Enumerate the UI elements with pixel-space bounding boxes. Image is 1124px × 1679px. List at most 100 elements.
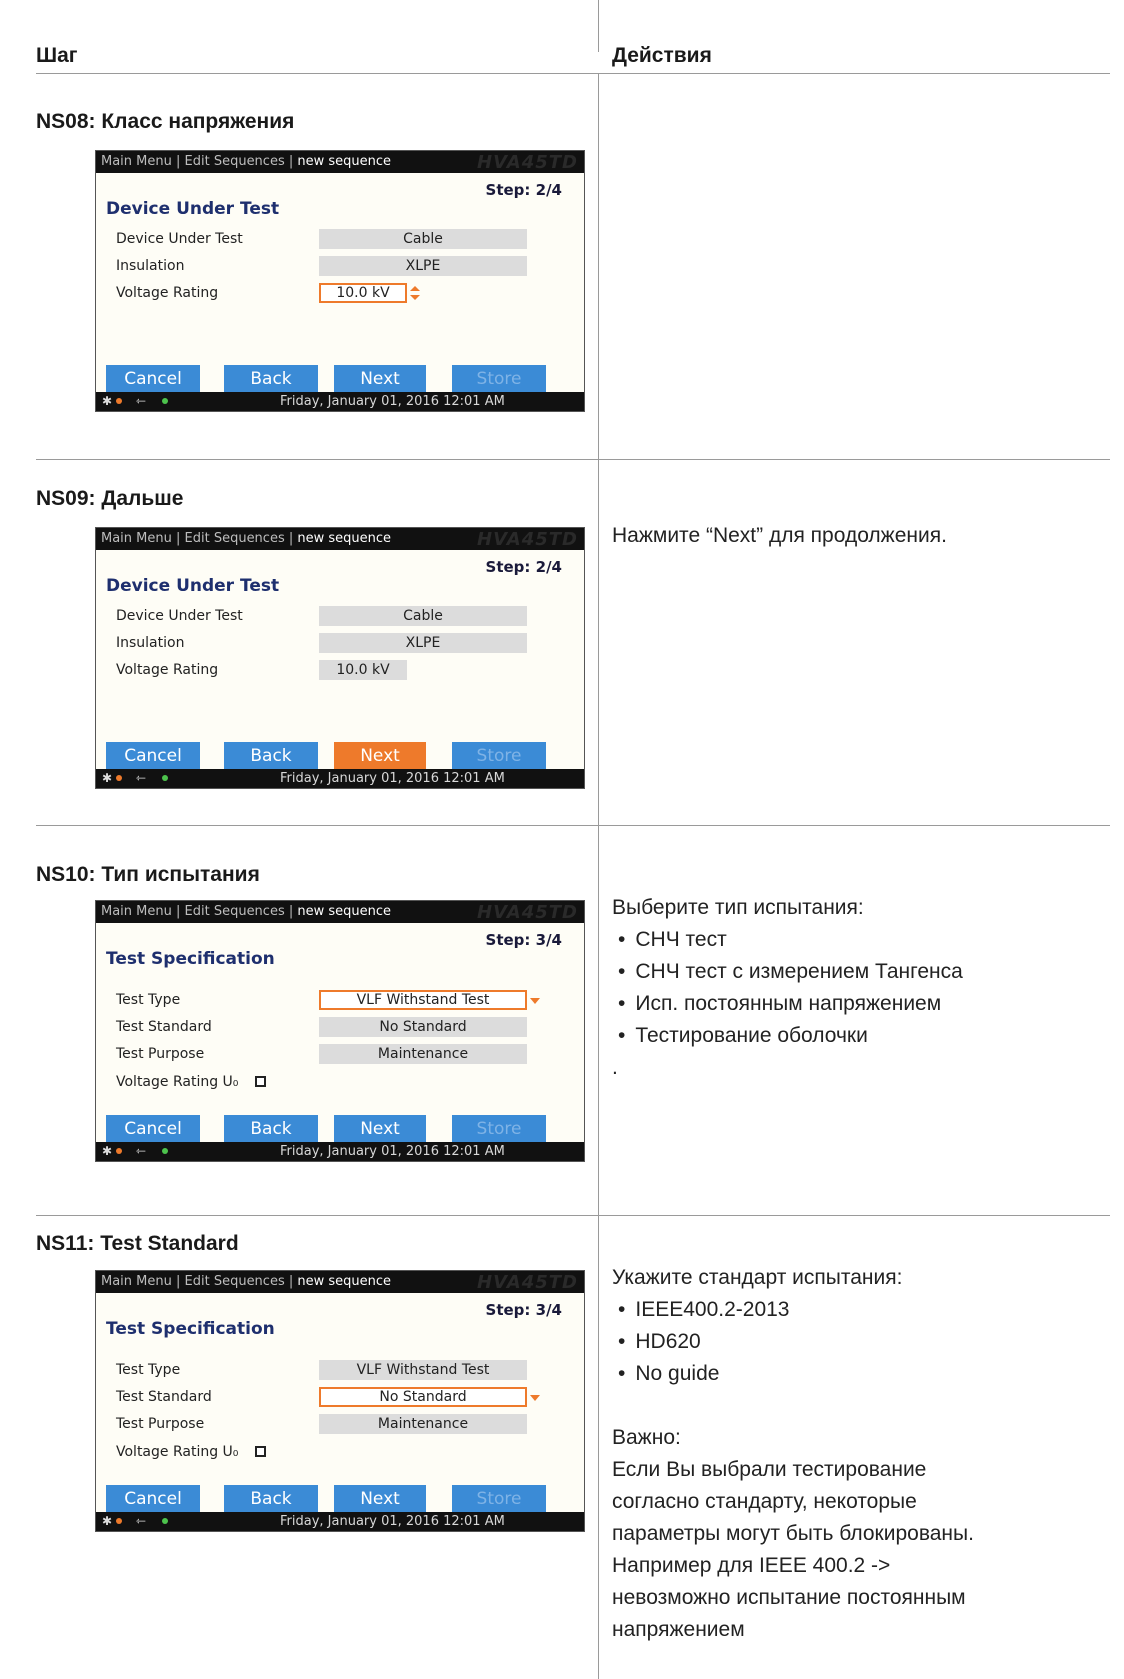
action-tail: . [612,1056,618,1079]
note-line: согласно стандарту, некоторые [612,1490,917,1513]
breadcrumb: Main Menu | Edit Sequences | new sequenc… [101,904,392,919]
bluetooth-icon: ✱ [102,394,113,408]
device-under-test-field[interactable]: Cable [319,229,527,249]
usb-status-dot [162,1518,168,1524]
date-time: Friday, January 01, 2016 12:01 AM [280,1144,505,1159]
bluetooth-status-dot [116,1518,122,1524]
action-ns09: Нажмите “Next” для продолжения. [612,524,947,547]
field-label: Voltage Rating U₀ [116,1074,239,1090]
chevron-down-icon[interactable] [530,998,540,1004]
screen-header: Main Menu | Edit Sequences | new sequenc… [96,528,584,550]
step-title-ns11: NS11: Test Standard [36,1232,239,1255]
test-purpose-field[interactable]: Maintenance [319,1044,527,1064]
breadcrumb-current: new sequence [297,154,392,169]
back-button[interactable]: Back [224,1485,318,1514]
store-button[interactable]: Store [452,1115,546,1144]
action-ns11: Укажите стандарт испытания: IEEE400.2-20… [612,1262,974,1646]
date-time: Friday, January 01, 2016 12:01 AM [280,394,505,409]
note-line: напряжением [612,1618,745,1641]
column-header-actions: Действия [612,44,712,67]
breadcrumb: Main Menu | Edit Sequences | new sequenc… [101,531,392,546]
next-button[interactable]: Next [334,742,426,771]
chevron-down-icon[interactable] [530,1395,540,1401]
field-label: Insulation [116,635,185,651]
store-button[interactable]: Store [452,1485,546,1514]
voltage-rating-input[interactable]: 10.0 kV [319,283,407,303]
next-button[interactable]: Next [334,1485,426,1514]
insulation-field[interactable]: XLPE [319,633,527,653]
list-item: No guide [612,1358,974,1390]
next-button[interactable]: Next [334,1115,426,1144]
step-indicator: Step: 3/4 [485,1301,562,1319]
back-button[interactable]: Back [224,365,318,394]
date-time: Friday, January 01, 2016 12:01 AM [280,771,505,786]
action-intro: Укажите стандарт испытания: [612,1266,903,1289]
next-button[interactable]: Next [334,365,426,394]
screen-header: Main Menu | Edit Sequences | new sequenc… [96,1271,584,1293]
test-standard-dropdown[interactable]: No Standard [319,1387,527,1407]
status-bar: ✱ ⇽ Friday, January 01, 2016 12:01 AM [96,1512,584,1531]
column-divider [598,73,599,459]
screen-title: Device Under Test [106,199,280,219]
cancel-button[interactable]: Cancel [106,1115,200,1144]
breadcrumb-current: new sequence [297,1274,392,1289]
bluetooth-status-dot [116,1148,122,1154]
cancel-button[interactable]: Cancel [106,365,200,394]
usb-status-dot [162,1148,168,1154]
column-divider [598,1215,599,1679]
field-label: Test Purpose [116,1416,205,1432]
action-intro: Выберите тип испытания: [612,896,864,919]
test-purpose-field[interactable]: Maintenance [319,1414,527,1434]
test-type-dropdown[interactable]: VLF Withstand Test [319,990,527,1010]
header-rule [36,73,1110,74]
breadcrumb-main-menu[interactable]: Main Menu [101,531,172,546]
usb-status-dot [162,398,168,404]
test-type-field[interactable]: VLF Withstand Test [319,1360,527,1380]
usb-icon: ⇽ [136,394,147,408]
usb-status-dot [162,775,168,781]
store-button[interactable]: Store [452,365,546,394]
list-item: HD620 [612,1326,974,1358]
screen-title: Test Specification [106,1319,275,1339]
voltage-rating-checkbox[interactable] [255,1076,266,1087]
note-line: Если Вы выбрали тестирование [612,1458,927,1481]
insulation-field[interactable]: XLPE [319,256,527,276]
screen-title: Test Specification [106,949,275,969]
breadcrumb-edit-sequences[interactable]: Edit Sequences [185,904,285,919]
field-label: Voltage Rating [116,662,219,678]
action-ns10: Выберите тип испытания: СНЧ тест СНЧ тес… [612,892,963,1084]
field-label: Test Standard [116,1019,212,1035]
status-bar: ✱ ⇽ Friday, January 01, 2016 12:01 AM [96,769,584,788]
bluetooth-icon: ✱ [102,771,113,785]
store-button[interactable]: Store [452,742,546,771]
back-button[interactable]: Back [224,1115,318,1144]
voltage-rating-checkbox[interactable] [255,1446,266,1457]
brand-logo: HVA45TD [477,152,578,173]
note-line: параметры могут быть блокированы. [612,1522,974,1545]
breadcrumb-edit-sequences[interactable]: Edit Sequences [185,531,285,546]
spinner-arrows-icon[interactable] [410,286,420,300]
test-standard-field[interactable]: No Standard [319,1017,527,1037]
breadcrumb-main-menu[interactable]: Main Menu [101,904,172,919]
step-indicator: Step: 2/4 [485,181,562,199]
breadcrumb-edit-sequences[interactable]: Edit Sequences [185,1274,285,1289]
screen-header: Main Menu | Edit Sequences | new sequenc… [96,151,584,173]
status-bar: ✱ ⇽ Friday, January 01, 2016 12:01 AM [96,1142,584,1161]
cancel-button[interactable]: Cancel [106,742,200,771]
voltage-rating-field[interactable]: 10.0 kV [319,660,407,680]
cancel-button[interactable]: Cancel [106,1485,200,1514]
back-button[interactable]: Back [224,742,318,771]
note-line: невозможно испытание постоянным [612,1586,966,1609]
breadcrumb-main-menu[interactable]: Main Menu [101,1274,172,1289]
test-type-list: СНЧ тест СНЧ тест с измерением Тангенса … [612,924,963,1052]
breadcrumb-main-menu[interactable]: Main Menu [101,154,172,169]
list-item: Исп. постоянным напряжением [612,988,963,1020]
breadcrumb-edit-sequences[interactable]: Edit Sequences [185,154,285,169]
breadcrumb-current: new sequence [297,904,392,919]
list-item: IEEE400.2-2013 [612,1294,974,1326]
status-bar: ✱ ⇽ Friday, January 01, 2016 12:01 AM [96,392,584,411]
device-under-test-field[interactable]: Cable [319,606,527,626]
bluetooth-status-dot [116,775,122,781]
screen-title: Device Under Test [106,576,280,596]
note-line: Например для IEEE 400.2 -> [612,1554,891,1577]
